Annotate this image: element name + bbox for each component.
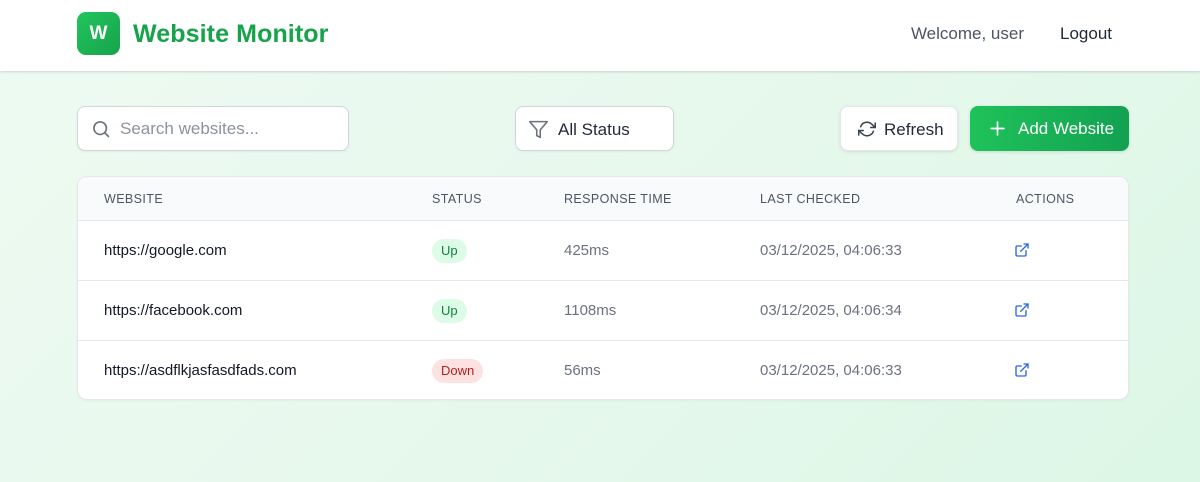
website-url: https://facebook.com xyxy=(104,302,243,319)
refresh-button[interactable]: Refresh xyxy=(840,106,958,151)
column-header-status: STATUS xyxy=(432,192,482,206)
logo-letter: W xyxy=(89,22,108,44)
status-badge: Up xyxy=(432,299,467,323)
add-website-button[interactable]: Add Website xyxy=(970,106,1129,151)
add-website-label: Add Website xyxy=(1018,119,1115,138)
app-header: W Website Monitor Welcome, user Logout xyxy=(0,0,1200,71)
welcome-text: Welcome, user xyxy=(910,24,1024,43)
table-row: https://facebook.com Up 1108ms 03/12/202… xyxy=(78,280,1128,340)
search-input[interactable] xyxy=(120,107,340,150)
table-header: WEBSITE STATUS RESPONSE TIME LAST CHECKE… xyxy=(78,177,1128,220)
status-badge: Up xyxy=(432,239,467,263)
column-header-last-checked: LAST CHECKED xyxy=(760,192,861,206)
refresh-icon xyxy=(858,121,876,137)
website-url: https://google.com xyxy=(104,242,227,259)
external-link-icon[interactable] xyxy=(1014,242,1030,258)
response-time: 425ms xyxy=(564,242,610,259)
refresh-label: Refresh xyxy=(884,120,944,139)
filter-icon xyxy=(528,120,549,139)
external-link-icon[interactable] xyxy=(1014,362,1030,378)
websites-table: WEBSITE STATUS RESPONSE TIME LAST CHECKE… xyxy=(77,176,1129,400)
status-badge: Down xyxy=(432,359,484,383)
last-checked: 03/12/2025, 04:06:33 xyxy=(760,242,902,259)
response-time: 1108ms xyxy=(564,302,617,319)
column-header-response-time: RESPONSE TIME xyxy=(564,192,672,206)
response-time: 56ms xyxy=(564,362,601,379)
column-header-actions: ACTIONS xyxy=(1016,192,1075,206)
plus-icon xyxy=(990,121,1005,136)
status-filter-select[interactable]: All Status xyxy=(515,106,674,151)
website-url: https://asdflkjasfasdfads.com xyxy=(104,362,297,379)
column-header-website: WEBSITE xyxy=(104,192,164,206)
last-checked: 03/12/2025, 04:06:34 xyxy=(760,302,902,319)
logo-badge: W xyxy=(77,12,120,55)
logout-button[interactable]: Logout xyxy=(1060,24,1112,44)
last-checked: 03/12/2025, 04:06:33 xyxy=(760,362,902,379)
status-filter-value: All Status xyxy=(558,120,630,139)
search-box[interactable] xyxy=(77,106,349,151)
external-link-icon[interactable] xyxy=(1014,302,1030,318)
table-row: https://google.com Up 425ms 03/12/2025, … xyxy=(78,220,1128,280)
table-row: https://asdflkjasfasdfads.com Down 56ms … xyxy=(78,340,1128,399)
brand-title: Website Monitor xyxy=(133,20,329,48)
search-icon xyxy=(93,121,110,138)
